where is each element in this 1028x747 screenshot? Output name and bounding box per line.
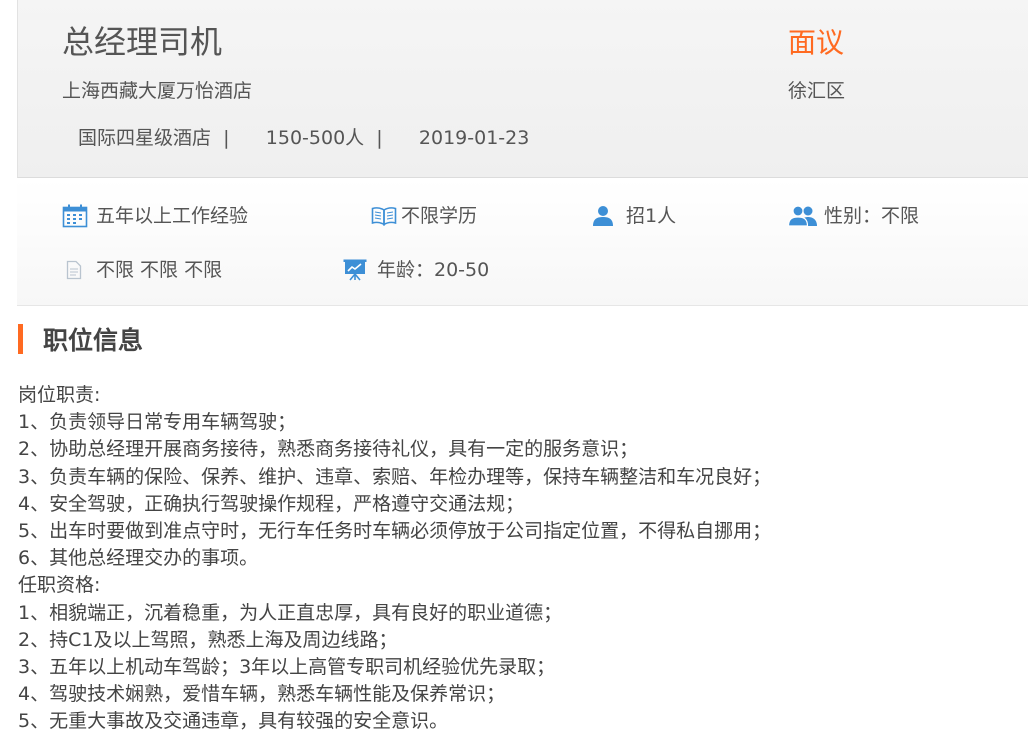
description-line: 6、其他总经理交办的事项。 — [18, 547, 259, 570]
description-line: 3、负责车辆的保险、保养、维护、违章、索赔、年检办理等，保持车辆整洁和车况良好； — [18, 465, 772, 488]
description-line: 岗位职责: — [18, 384, 101, 406]
description-line: 任职资格: — [18, 574, 101, 597]
description-line: 2、持C1及以上驾照，熟悉上海及周边线路； — [18, 628, 398, 651]
requirement-gender: 性别：不限 — [788, 203, 919, 229]
other-text: 不限 不限 不限 — [96, 259, 223, 281]
person-icon — [592, 205, 614, 227]
publish-date: 2019-01-23 — [418, 127, 530, 149]
experience-text: 五年以上工作经验 — [96, 205, 249, 227]
company-meta: 国际四星级酒店 | 150-500人 | 2019-01-23 — [78, 125, 529, 151]
description-line: 1、负责领导日常专用车辆驾驶； — [18, 411, 297, 434]
requirement-education: 不限学历 — [371, 203, 477, 229]
headcount-text: 招1人 — [626, 205, 677, 227]
job-title: 总经理司机 — [62, 23, 223, 61]
job-description: 岗位职责: 1、负责领导日常专用车辆驾驶； 2、协助总经理开展商务接待，熟悉商务接待… — [18, 382, 771, 736]
requirement-age: 年龄：20-50 — [343, 257, 489, 283]
section-title: 职位信息 — [43, 326, 144, 355]
district: 徐汇区 — [788, 80, 846, 102]
section-accent-bar — [18, 324, 23, 354]
description-line: 5、无重大事故及交通违章，具有较强的安全意识。 — [18, 710, 449, 733]
calendar-icon — [62, 204, 88, 228]
gender-text: 性别：不限 — [824, 205, 920, 227]
description-line: 1、相貌端正，沉着稳重，为人正直忠厚，具有良好的职业道德； — [18, 601, 563, 624]
company-size: 150-500人 — [265, 127, 365, 149]
requirement-headcount: 招1人 — [592, 203, 676, 229]
requirements-band — [17, 178, 1028, 306]
description-line: 4、驾驶技术娴熟，爱惜车辆，熟悉车辆性能及保养常识； — [18, 683, 506, 706]
company-name[interactable]: 上海西藏大厦万怡酒店 — [62, 78, 252, 104]
requirement-other: 不限 不限 不限 — [66, 257, 222, 283]
description-line: 5、出车时要做到准点守时，无行车任务时车辆必须停放于公司指定位置，不得私自挪用； — [18, 520, 772, 543]
book-icon — [371, 205, 397, 227]
company-type: 国际四星级酒店 — [78, 127, 212, 149]
presentation-icon — [343, 259, 367, 281]
section-heading: 职位信息 — [18, 323, 143, 355]
description-line: 2、协助总经理开展商务接待，熟悉商务接待礼仪，具有一定的服务意识； — [18, 438, 639, 461]
description-line: 4、安全驾驶，正确执行驾驶操作规程，严格遵守交通法规； — [18, 492, 525, 515]
education-text: 不限学历 — [401, 205, 478, 227]
age-text: 年龄：20-50 — [377, 259, 490, 281]
document-icon — [66, 260, 82, 280]
salary: 面议 — [788, 26, 845, 59]
requirement-experience: 五年以上工作经验 — [62, 203, 248, 229]
description-line: 3、五年以上机动车驾龄；3年以上高管专职司机经验优先录取； — [18, 656, 556, 679]
people-icon — [788, 205, 818, 227]
